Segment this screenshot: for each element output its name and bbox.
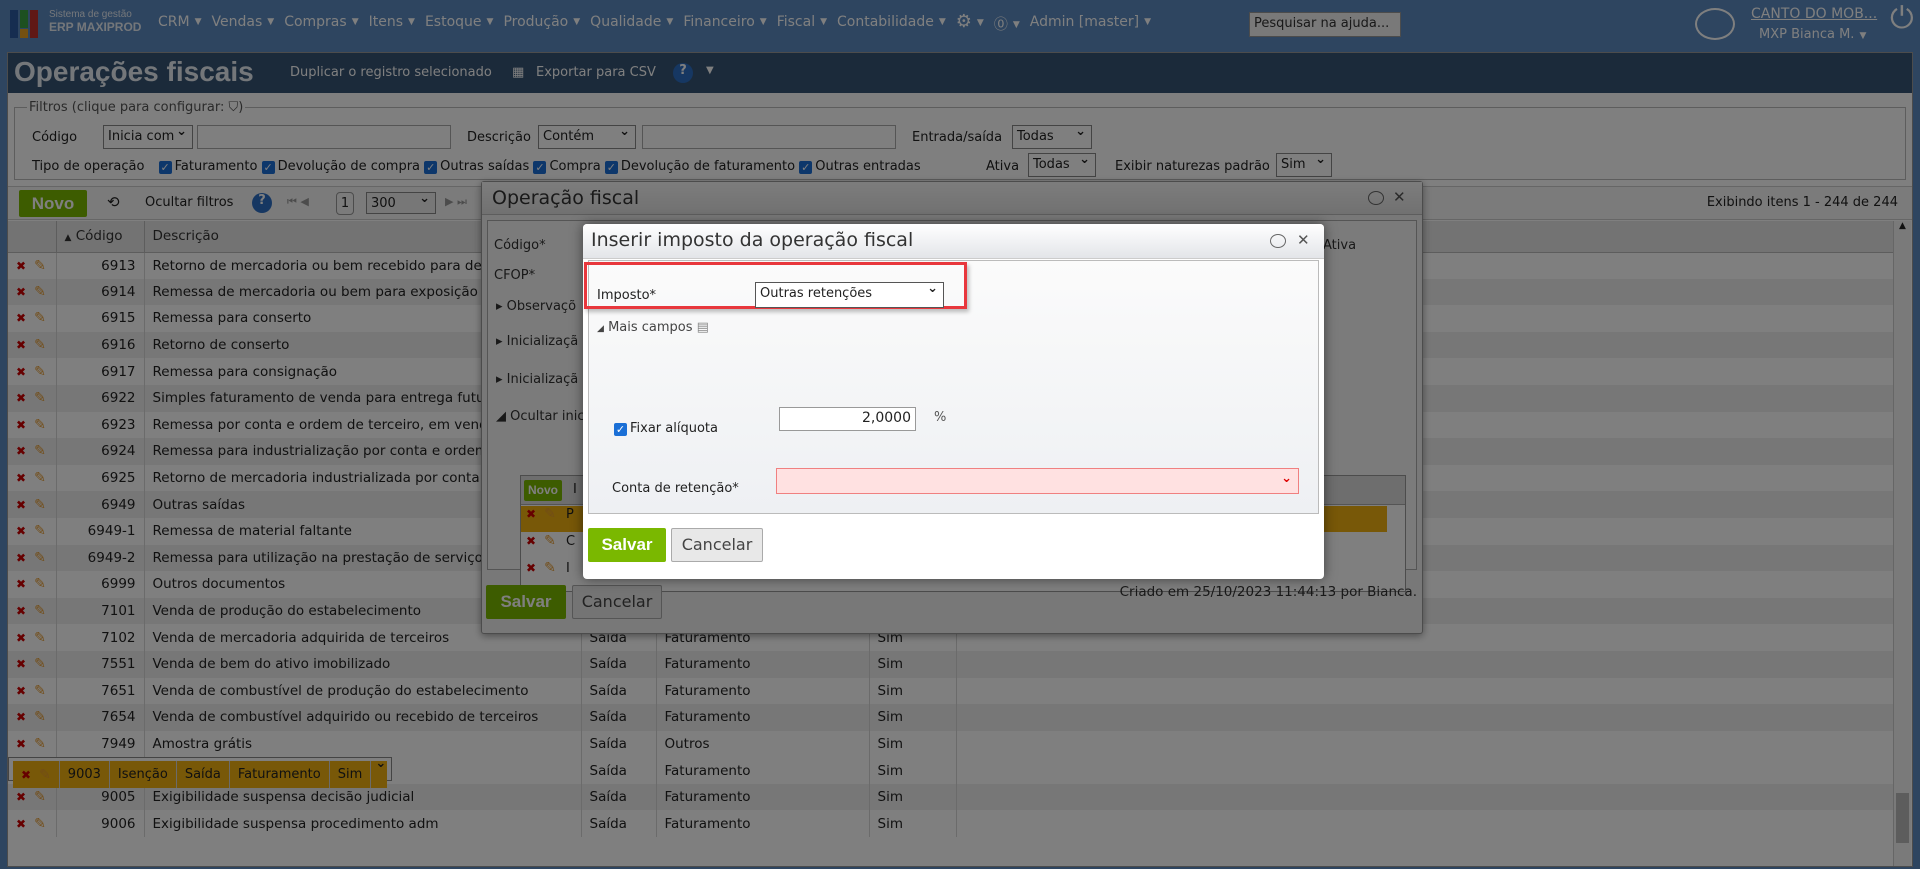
conta-retencao-label: Conta de retenção*	[612, 481, 739, 496]
fixar-aliquota-checkbox[interactable]: ✓ Fixar alíquota	[614, 421, 718, 436]
close-icon[interactable]: ✕	[1297, 231, 1310, 249]
aliquota-input[interactable]: 2,0000	[779, 407, 916, 431]
mais-campos-toggle[interactable]: ◢ Mais campos ▤	[597, 320, 709, 335]
dialog-title: Inserir imposto da operação fiscal	[591, 229, 914, 251]
comment-icon[interactable]	[1270, 234, 1286, 248]
conta-retencao-select[interactable]: ⌄	[776, 468, 1299, 494]
save-button[interactable]: Salvar	[588, 528, 666, 562]
percent-label: %	[934, 410, 947, 425]
inserir-imposto-dialog: Inserir imposto da operação fiscal ✕ Imp…	[583, 224, 1324, 579]
cancel-button[interactable]: Cancelar	[671, 528, 763, 562]
document-icon: ▤	[696, 320, 709, 335]
imposto-select[interactable]: Outras retenções	[755, 281, 944, 308]
